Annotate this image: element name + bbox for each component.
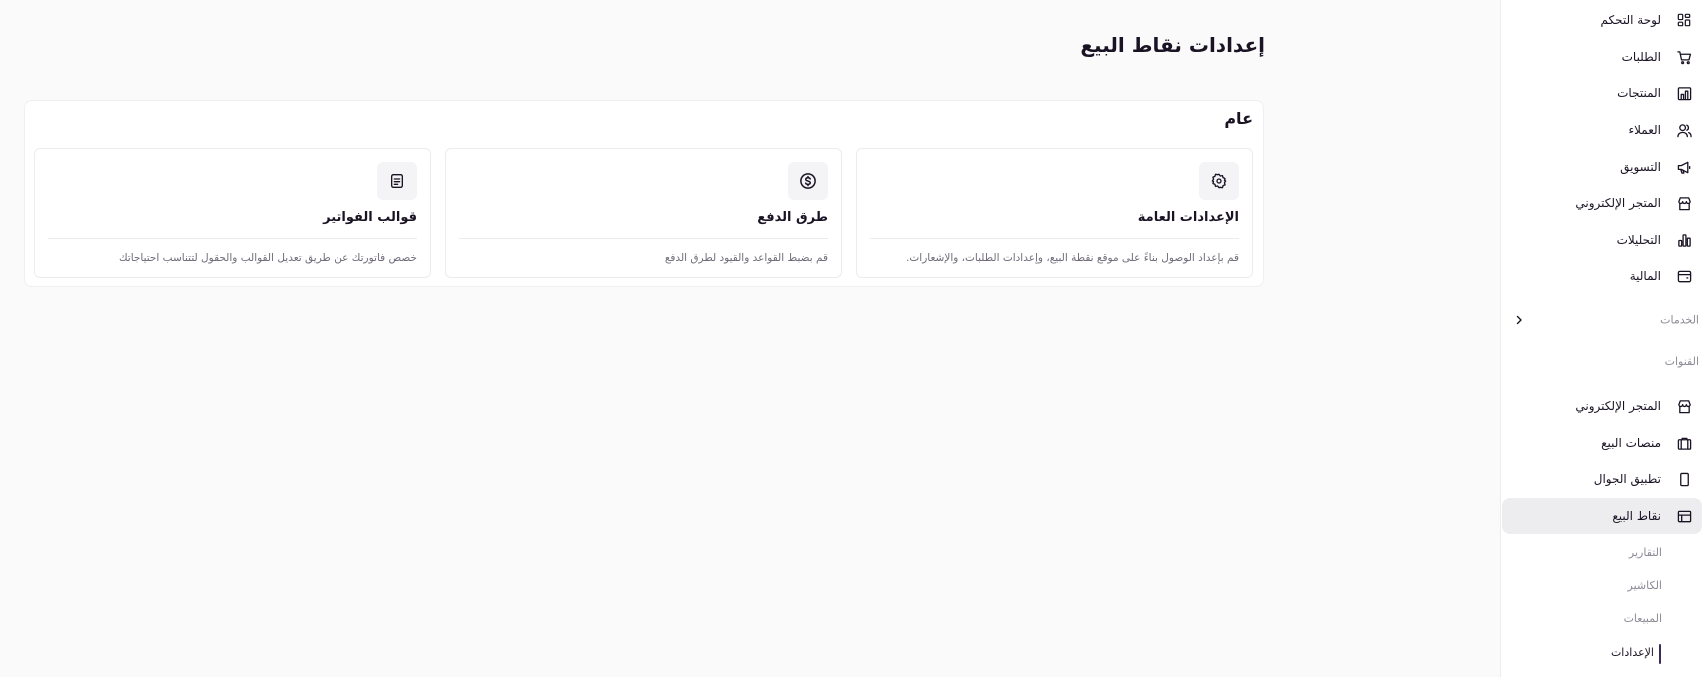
sidebar-subitem-settings[interactable]: الإعدادات <box>1611 646 1654 659</box>
sidebar-item-products[interactable]: المنتجات <box>1500 75 1702 111</box>
sidebar-item-label: التحليلات <box>1616 233 1661 247</box>
sidebar-item-orders[interactable]: الطلبات <box>1500 39 1702 75</box>
sidebar-item-label: العملاء <box>1628 123 1661 137</box>
products-icon <box>1676 85 1692 101</box>
wallet-icon <box>1676 268 1692 284</box>
users-icon <box>1676 122 1692 138</box>
sidebar-item-label: الطلبات <box>1621 50 1661 64</box>
sidebar-item-analytics[interactable]: التحليلات <box>1500 222 1702 258</box>
sidebar-subitem-reports[interactable]: التقارير <box>1629 546 1662 559</box>
general-settings-panel: عام الإعدادات العامة قم بإعداد الوصول بن… <box>24 100 1264 287</box>
sidebar: لوحة التحكم الطلبات المنتجات العملاء الت… <box>1500 0 1702 677</box>
sidebar-item-label: منصات البيع <box>1601 436 1661 450</box>
divider <box>48 238 417 239</box>
divider <box>870 238 1239 239</box>
sidebar-item-pos[interactable]: نقاط البيع <box>1502 498 1702 534</box>
sidebar-item-finance[interactable]: المالية <box>1500 258 1702 294</box>
sidebar-item-label: المالية <box>1629 269 1661 283</box>
active-subitem-indicator <box>1659 644 1661 664</box>
document-icon <box>377 162 417 200</box>
card-title: طرق الدفع <box>757 210 828 225</box>
page-title: إعدادات نقاط البيع <box>1080 33 1265 57</box>
briefcase-icon <box>1676 435 1692 451</box>
sidebar-item-label: التسويق <box>1620 160 1661 174</box>
card-title: الإعدادات العامة <box>1137 210 1239 225</box>
megaphone-icon <box>1676 159 1692 175</box>
sidebar-item-customers[interactable]: العملاء <box>1500 112 1702 148</box>
card-description: خصص فاتورتك عن طريق تعديل القوالب والحقو… <box>118 252 417 264</box>
dollar-circle-icon <box>788 162 828 200</box>
card-description: قم بضبط القواعد والقيود لطرق الدفع <box>664 252 828 264</box>
invoice-templates-card[interactable]: قوالب الفواتير خصص فاتورتك عن طريق تعديل… <box>34 148 431 278</box>
dashboard-grid-icon <box>1676 12 1692 28</box>
channels-section-label: القنوات <box>1664 355 1699 368</box>
payment-methods-card[interactable]: طرق الدفع قم بضبط القواعد والقيود لطرق ا… <box>445 148 842 278</box>
gear-icon <box>1199 162 1239 200</box>
sidebar-item-channel-online-store[interactable]: المتجر الإلكتروني <box>1500 388 1702 424</box>
sidebar-item-label: لوحة التحكم <box>1600 13 1662 27</box>
general-settings-card[interactable]: الإعدادات العامة قم بإعداد الوصول بناءً … <box>856 148 1253 278</box>
sidebar-item-dashboard[interactable]: لوحة التحكم <box>1500 2 1702 38</box>
pos-icon <box>1676 508 1692 524</box>
sidebar-item-online-store[interactable]: المتجر الإلكتروني <box>1500 185 1702 221</box>
sidebar-item-label: المتجر الإلكتروني <box>1575 196 1661 210</box>
sidebar-item-label: المتجر الإلكتروني <box>1575 399 1661 413</box>
sidebar-subitem-sales[interactable]: المبيعات <box>1624 612 1662 625</box>
sidebar-item-sales-platforms[interactable]: منصات البيع <box>1500 425 1702 461</box>
sidebar-item-marketing[interactable]: التسويق <box>1500 149 1702 185</box>
sidebar-subitem-cashier[interactable]: الكاشير <box>1628 579 1662 592</box>
sidebar-item-label: تطبيق الجوال <box>1593 472 1661 486</box>
section-title: عام <box>1224 109 1253 128</box>
chevron-right-icon <box>1513 314 1525 326</box>
sidebar-item-label: المنتجات <box>1617 86 1661 100</box>
sidebar-item-mobile-app[interactable]: تطبيق الجوال <box>1500 461 1702 497</box>
mobile-icon <box>1676 471 1692 487</box>
store-icon <box>1676 195 1692 211</box>
sidebar-item-label: نقاط البيع <box>1612 509 1661 523</box>
store-icon <box>1676 398 1692 414</box>
cart-icon <box>1676 49 1692 65</box>
services-section-label: الخدمات <box>1660 313 1699 327</box>
card-description: قم بإعداد الوصول بناءً على موقع نقطة الب… <box>906 252 1239 264</box>
services-section-toggle[interactable]: الخدمات <box>1500 308 1702 332</box>
divider <box>459 238 828 239</box>
bar-chart-icon <box>1676 232 1692 248</box>
card-title: قوالب الفواتير <box>323 210 417 225</box>
